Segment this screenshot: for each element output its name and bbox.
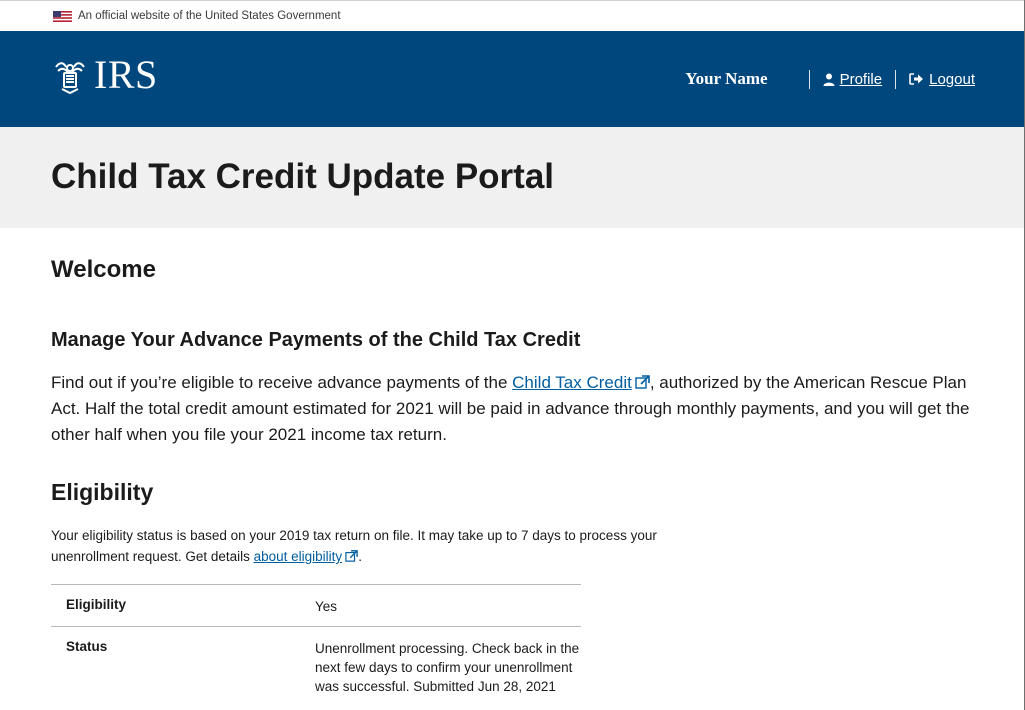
eligibility-text-after: . [358, 549, 362, 564]
child-tax-credit-link[interactable]: Child Tax Credit [512, 373, 632, 392]
child-tax-credit-link-label: Child Tax Credit [512, 373, 632, 392]
irs-logo[interactable]: IRS [50, 55, 158, 95]
irs-eagle-icon [55, 62, 85, 95]
user-icon [823, 73, 835, 86]
about-eligibility-link-label: about eligibility [253, 549, 343, 564]
profile-link[interactable]: Profile [823, 70, 883, 88]
row-label: Status [66, 639, 108, 654]
external-link-icon[interactable] [345, 550, 358, 562]
eligibility-table: Eligibility Yes Status Unenrollment proc… [51, 584, 581, 706]
logout-icon [909, 73, 924, 85]
logout-link[interactable]: Logout [909, 71, 975, 88]
irs-logo-text: IRS [94, 52, 158, 97]
manage-payments-heading: Manage Your Advance Payments of the Chil… [51, 329, 581, 351]
page-title: Child Tax Credit Update Portal [51, 157, 555, 196]
gov-banner-text: An official website of the United States… [78, 10, 341, 22]
row-value: Unenrollment processing. Check back in t… [315, 641, 580, 694]
table-row: Status Unenrollment processing. Check ba… [51, 627, 581, 706]
row-label: Eligibility [66, 597, 127, 612]
nav-divider [808, 69, 810, 89]
user-name: Your Name [685, 69, 768, 88]
gov-banner: An official website of the United States… [0, 0, 1024, 31]
eligibility-heading: Eligibility [51, 479, 154, 505]
external-link-icon[interactable] [635, 375, 650, 389]
site-header: IRS Your Name Profile Logout [0, 31, 1024, 127]
logout-label: Logout [929, 70, 975, 88]
nav-divider [895, 69, 897, 89]
header-nav: Your Name Profile Logout [685, 69, 975, 89]
intro-text-before: Find out if you’re eligible to receive a… [51, 373, 513, 392]
about-eligibility-link[interactable]: about eligibility [254, 549, 343, 564]
profile-label: Profile [839, 70, 883, 88]
title-band: Child Tax Credit Update Portal [0, 127, 1024, 228]
us-flag-icon [53, 10, 72, 22]
welcome-heading: Welcome [51, 256, 156, 283]
row-value: Yes [315, 599, 338, 614]
eligibility-paragraph: Your eligibility status is based on your… [51, 525, 731, 567]
intro-paragraph: Find out if you’re eligible to receive a… [51, 370, 991, 448]
table-row: Eligibility Yes [51, 585, 581, 627]
